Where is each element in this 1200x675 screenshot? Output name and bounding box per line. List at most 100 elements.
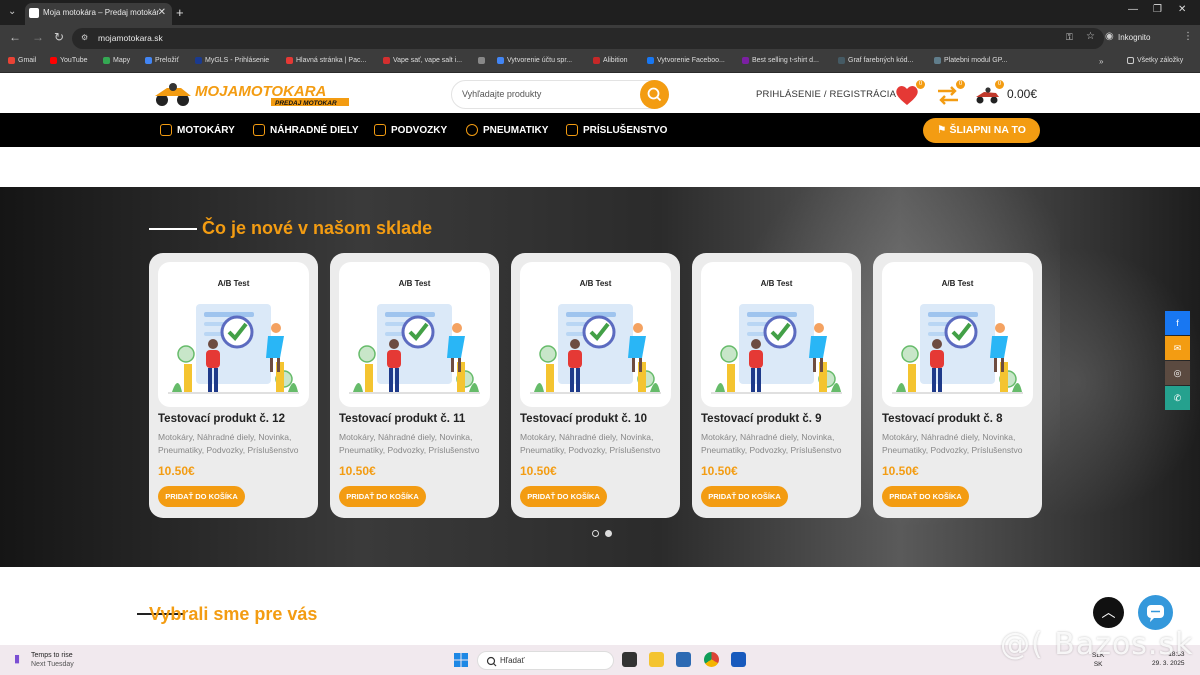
wishlist-button[interactable]: 0 xyxy=(894,80,925,108)
product-image[interactable]: A/B Test xyxy=(882,262,1033,407)
bookmark-favicon-icon xyxy=(145,57,152,64)
task-view-icon[interactable] xyxy=(622,652,637,667)
menu-item-nahradne-diely[interactable]: NÁHRADNÉ DIELY xyxy=(253,124,359,136)
bookmark-item[interactable]: MyGLS - Prihlásenie xyxy=(195,57,269,64)
bookmark-favicon-icon xyxy=(8,57,15,64)
store-icon[interactable] xyxy=(676,652,691,667)
product-price: 10.50€ xyxy=(339,464,376,478)
whatsapp-icon[interactable]: ✆ xyxy=(1165,386,1190,410)
cart-button[interactable]: 0 xyxy=(974,80,1004,108)
bookmark-favicon-icon xyxy=(838,57,845,64)
add-to-cart-button[interactable]: PRIDAŤ DO KOŠÍKA xyxy=(701,486,788,507)
product-title[interactable]: Testovací produkt č. 11 xyxy=(339,413,465,425)
add-to-cart-button[interactable]: PRIDAŤ DO KOŠÍKA xyxy=(520,486,607,507)
menu-item-motokary[interactable]: MOTOKÁRY xyxy=(160,124,235,136)
bookmark-item[interactable] xyxy=(478,57,488,64)
instagram-icon[interactable]: ◎ xyxy=(1165,361,1190,385)
product-categories[interactable]: Motokáry, Náhradné diely, Novinka, Pneum… xyxy=(158,431,310,457)
bookmark-favicon-icon xyxy=(593,57,600,64)
menu-kebab-icon[interactable]: ⋮ xyxy=(1183,31,1193,42)
bookmark-item[interactable]: Platebni modul GP... xyxy=(934,57,1007,64)
product-image[interactable]: A/B Test xyxy=(701,262,852,407)
product-title[interactable]: Testovací produkt č. 9 xyxy=(701,413,822,425)
product-card[interactable]: A/B Test Testovací produkt č. 8 Motokáry, … xyxy=(873,253,1042,518)
windows-start-icon[interactable] xyxy=(454,653,468,667)
menu-item-prislusenstvo[interactable]: PRÍSLUŠENSTVO xyxy=(566,124,667,136)
product-image[interactable]: A/B Test xyxy=(339,262,490,407)
bookmark-item[interactable]: YouTube xyxy=(50,57,88,64)
bookmark-label: Vytvorenie Faceboo... xyxy=(657,57,725,64)
product-title[interactable]: Testovací produkt č. 12 xyxy=(158,413,285,425)
back-icon[interactable]: ← xyxy=(9,30,21,44)
all-bookmarks[interactable]: Všetky záložky xyxy=(1127,57,1183,64)
chrome-icon[interactable] xyxy=(704,652,719,667)
product-categories[interactable]: Motokáry, Náhradné diely, Novinka, Pneum… xyxy=(882,431,1034,457)
product-card[interactable]: A/B Test Testovací produkt č. 11 Motokáry,… xyxy=(330,253,499,518)
facebook-icon[interactable]: f xyxy=(1165,311,1190,335)
bookmark-star-icon[interactable]: ☆ xyxy=(1086,31,1095,42)
product-card[interactable]: A/B Test Testovací produkt č. 10 Motokáry,… xyxy=(511,253,680,518)
bookmark-item[interactable]: Preložiť xyxy=(145,57,179,64)
url-text[interactable]: mojamotokara.sk xyxy=(98,33,163,43)
menu-item-podvozky[interactable]: PODVOZKY xyxy=(374,124,447,136)
tab-title: Moja motokára – Predaj motokár xyxy=(43,8,160,17)
email-icon[interactable]: ✉ xyxy=(1165,336,1190,360)
search-input[interactable]: Vyhľadajte produkty xyxy=(451,80,669,109)
reload-icon[interactable]: ↻ xyxy=(54,30,64,44)
bookmark-item[interactable]: Vape sať, vape salt i... xyxy=(383,57,462,64)
close-tab-icon[interactable]: ✕ xyxy=(158,3,166,23)
bookmark-item[interactable]: Vytvorenie účtu spr... xyxy=(497,57,572,64)
product-title[interactable]: Testovací produkt č. 10 xyxy=(520,413,647,425)
search-button[interactable] xyxy=(640,80,669,109)
bookmark-label: Platebni modul GP... xyxy=(944,57,1008,64)
browser-tab[interactable]: Moja motokára – Predaj motokár ✕ xyxy=(25,3,172,25)
login-register-link[interactable]: PRIHLÁSENIE / REGISTRÁCIA xyxy=(756,89,896,100)
chat-button[interactable] xyxy=(1138,595,1173,630)
add-to-cart-button[interactable]: PRIDAŤ DO KOŠÍKA xyxy=(339,486,426,507)
product-card[interactable]: A/B Test Testovací produkt č. 9 Motokáry, … xyxy=(692,253,861,518)
carousel-dot-1[interactable] xyxy=(592,530,599,537)
bookmark-label: Gmail xyxy=(18,57,37,64)
product-card[interactable]: A/B Test Testovací produkt č. 12 Motokáry,… xyxy=(149,253,318,518)
new-tab-icon[interactable]: + xyxy=(176,5,184,20)
bookmark-favicon-icon xyxy=(742,57,749,64)
compare-button[interactable]: 0 xyxy=(935,80,965,108)
site-logo[interactable]: MOJAMOTOKARA PREDAJ MOTOKAR xyxy=(151,80,351,108)
bookmark-item[interactable]: Vytvorenie Faceboo... xyxy=(647,57,725,64)
weather-icon[interactable]: ▮ xyxy=(14,652,20,665)
maximize-icon[interactable]: ❐ xyxy=(1153,4,1162,15)
bookmark-item[interactable]: Graf farebných kód... xyxy=(838,57,913,64)
bookmark-item[interactable]: Hlavná stránka | Pac... xyxy=(286,57,366,64)
site-info-icon[interactable]: ⚙ xyxy=(81,33,88,42)
weather-widget[interactable]: Temps to rise Next Tuesday xyxy=(31,651,74,669)
tab-favicon-icon xyxy=(29,8,39,18)
more-bookmarks-icon[interactable]: » xyxy=(1099,57,1103,66)
cart-total[interactable]: 0.00€ xyxy=(1007,87,1037,101)
product-image[interactable]: A/B Test xyxy=(520,262,671,407)
file-explorer-icon[interactable] xyxy=(649,652,664,667)
bookmark-item[interactable]: Best selling t-shirt d... xyxy=(742,57,819,64)
close-window-icon[interactable]: ✕ xyxy=(1178,4,1186,15)
tab-search-icon[interactable]: ⌄ xyxy=(8,6,16,17)
bookmark-item[interactable]: Mapy xyxy=(103,57,130,64)
product-categories[interactable]: Motokáry, Náhradné diely, Novinka, Pneum… xyxy=(339,431,491,457)
product-categories[interactable]: Motokáry, Náhradné diely, Novinka, Pneum… xyxy=(520,431,672,457)
forward-icon[interactable]: → xyxy=(32,30,44,44)
add-to-cart-button[interactable]: PRIDAŤ DO KOŠÍKA xyxy=(882,486,969,507)
word-icon[interactable] xyxy=(731,652,746,667)
minimize-icon[interactable]: — xyxy=(1128,4,1138,15)
add-to-cart-button[interactable]: PRIDAŤ DO KOŠÍKA xyxy=(158,486,245,507)
carousel-dot-2[interactable] xyxy=(605,530,612,537)
omnibox[interactable] xyxy=(72,28,1104,49)
product-categories[interactable]: Motokáry, Náhradné diely, Novinka, Pneum… xyxy=(701,431,853,457)
bookmark-item[interactable]: Alibition xyxy=(593,57,628,64)
product-title[interactable]: Testovací produkt č. 8 xyxy=(882,413,1003,425)
product-image-label: A/B Test xyxy=(217,279,250,288)
key-icon[interactable]: ⚿ xyxy=(1066,32,1073,43)
scroll-to-top-button[interactable]: ︿ xyxy=(1093,597,1124,628)
taskbar-search[interactable]: Hľadať xyxy=(477,651,614,670)
cta-button[interactable]: ⚑ ŠLIAPNI NA TO xyxy=(923,118,1040,143)
bookmark-item[interactable]: Gmail xyxy=(8,57,36,64)
menu-item-pneumatiky[interactable]: PNEUMATIKY xyxy=(466,124,548,136)
product-image[interactable]: A/B Test xyxy=(158,262,309,407)
